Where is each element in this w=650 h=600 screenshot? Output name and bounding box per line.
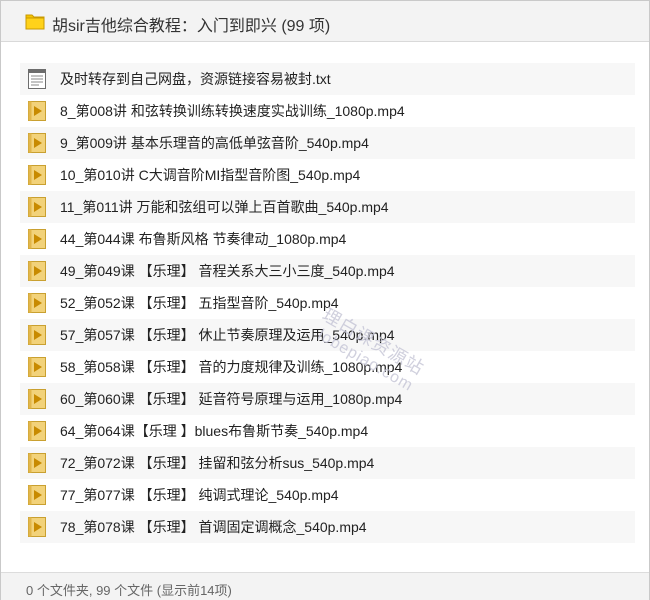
file-list: 及时转存到自己网盘，资源链接容易被封.txt 8_第008讲 和弦转换训练转换速度… xyxy=(20,63,635,543)
file-name: 11_第011讲 万能和弦组可以弹上百首歌曲_540p.mp4 xyxy=(60,199,389,215)
list-item[interactable]: 52_第052课 【乐理】 五指型音阶_540p.mp4 xyxy=(20,287,635,319)
file-list-window: 胡sir吉他综合教程：入门到即兴 (99 项) 及时转存到自己网盘，资源链接容易… xyxy=(0,0,650,600)
video-file-icon xyxy=(28,517,46,537)
file-name: 60_第060课 【乐理】 延音符号原理与运用_1080p.mp4 xyxy=(60,391,403,407)
list-item[interactable]: 及时转存到自己网盘，资源链接容易被封.txt xyxy=(20,63,635,95)
list-item[interactable]: 64_第064课【乐理 】blues布鲁斯节奏_540p.mp4 xyxy=(20,415,635,447)
window-header: 胡sir吉他综合教程：入门到即兴 (99 项) xyxy=(1,1,649,42)
file-name: 49_第049课 【乐理】 音程关系大三小三度_540p.mp4 xyxy=(60,263,395,279)
file-name: 78_第078课 【乐理】 首调固定调概念_540p.mp4 xyxy=(60,519,367,535)
file-name: 64_第064课【乐理 】blues布鲁斯节奏_540p.mp4 xyxy=(60,423,369,439)
video-file-icon xyxy=(28,133,46,153)
file-name: 77_第077课 【乐理】 纯调式理论_540p.mp4 xyxy=(60,487,339,503)
file-name: 52_第052课 【乐理】 五指型音阶_540p.mp4 xyxy=(60,295,339,311)
list-item[interactable]: 11_第011讲 万能和弦组可以弹上百首歌曲_540p.mp4 xyxy=(20,191,635,223)
list-item[interactable]: 72_第072课 【乐理】 挂留和弦分析sus_540p.mp4 xyxy=(20,447,635,479)
video-file-icon xyxy=(28,485,46,505)
folder-icon xyxy=(25,14,45,30)
video-file-icon xyxy=(28,261,46,281)
list-item[interactable]: 8_第008讲 和弦转换训练转换速度实战训练_1080p.mp4 xyxy=(20,95,635,127)
text-file-icon xyxy=(28,69,46,89)
list-item[interactable]: 9_第009讲 基本乐理音的高低单弦音阶_540p.mp4 xyxy=(20,127,635,159)
list-item[interactable]: 58_第058课 【乐理】 音的力度规律及训练_1080p.mp4 xyxy=(20,351,635,383)
video-file-icon xyxy=(28,357,46,377)
file-name: 及时转存到自己网盘，资源链接容易被封.txt xyxy=(60,71,331,87)
file-name: 57_第057课 【乐理】 休止节奏原理及运用_540p.mp4 xyxy=(60,327,395,343)
list-item[interactable]: 78_第078课 【乐理】 首调固定调概念_540p.mp4 xyxy=(20,511,635,543)
list-item[interactable]: 44_第044课 布鲁斯风格 节奏律动_1080p.mp4 xyxy=(20,223,635,255)
file-name: 10_第010讲 C大调音阶MI指型音阶图_540p.mp4 xyxy=(60,167,361,183)
video-file-icon xyxy=(28,101,46,121)
video-file-icon xyxy=(28,165,46,185)
video-file-icon xyxy=(28,293,46,313)
status-bar: 0 个文件夹, 99 个文件 (显示前14项) xyxy=(1,572,649,600)
list-item[interactable]: 49_第049课 【乐理】 音程关系大三小三度_540p.mp4 xyxy=(20,255,635,287)
video-file-icon xyxy=(28,229,46,249)
page-title: 胡sir吉他综合教程：入门到即兴 (99 项) xyxy=(52,18,331,35)
video-file-icon xyxy=(28,197,46,217)
video-file-icon xyxy=(28,453,46,473)
video-file-icon xyxy=(28,325,46,345)
file-name: 9_第009讲 基本乐理音的高低单弦音阶_540p.mp4 xyxy=(60,135,369,151)
list-item[interactable]: 10_第010讲 C大调音阶MI指型音阶图_540p.mp4 xyxy=(20,159,635,191)
file-name: 8_第008讲 和弦转换训练转换速度实战训练_1080p.mp4 xyxy=(60,103,405,119)
video-file-icon xyxy=(28,421,46,441)
file-name: 72_第072课 【乐理】 挂留和弦分析sus_540p.mp4 xyxy=(60,455,375,471)
status-text: 0 个文件夹, 99 个文件 (显示前14项) xyxy=(26,583,232,598)
list-item[interactable]: 60_第060课 【乐理】 延音符号原理与运用_1080p.mp4 xyxy=(20,383,635,415)
video-file-icon xyxy=(28,389,46,409)
list-item[interactable]: 77_第077课 【乐理】 纯调式理论_540p.mp4 xyxy=(20,479,635,511)
list-item[interactable]: 57_第057课 【乐理】 休止节奏原理及运用_540p.mp4 xyxy=(20,319,635,351)
file-name: 58_第058课 【乐理】 音的力度规律及训练_1080p.mp4 xyxy=(60,359,403,375)
file-name: 44_第044课 布鲁斯风格 节奏律动_1080p.mp4 xyxy=(60,231,347,247)
